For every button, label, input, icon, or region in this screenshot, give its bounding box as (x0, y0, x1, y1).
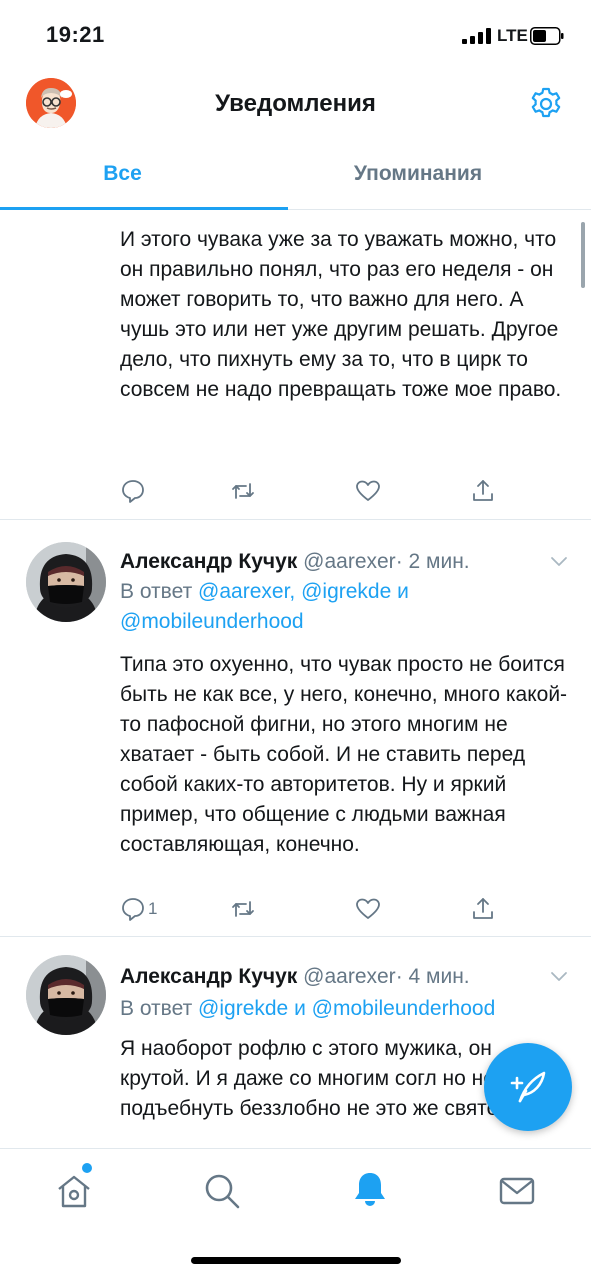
reply-prefix: В ответ (120, 580, 193, 603)
retweet-button[interactable] (230, 895, 256, 923)
tweet-time: 4 мин. (408, 965, 470, 988)
tweet-text: И этого чувака уже за то уважать можно, … (120, 228, 562, 401)
like-button[interactable] (355, 477, 381, 505)
mention-link[interactable]: @igrekde (198, 997, 288, 1020)
time-separator: · (395, 550, 403, 573)
tweet-actions (120, 477, 500, 505)
author-name[interactable]: Александр Кучук (120, 965, 297, 988)
tab-all[interactable]: Все (0, 138, 245, 210)
network-type: LTE (497, 26, 528, 45)
tweet-item[interactable]: И этого чувака уже за то уважать можно, … (0, 211, 591, 519)
signal-strength-icon (462, 28, 491, 44)
retweet-icon (232, 901, 254, 917)
author-handle[interactable]: @aarexer (303, 965, 396, 988)
feed-scrollbar[interactable] (581, 222, 585, 288)
like-icon (356, 480, 380, 501)
search-icon[interactable] (202, 1171, 242, 1211)
like-button[interactable] (355, 895, 381, 923)
page-title: Уведомления (215, 90, 376, 117)
author-handle[interactable]: @aarexer (303, 550, 396, 573)
share-button[interactable] (470, 895, 496, 923)
battery-icon (530, 27, 564, 45)
chevron-down-icon[interactable] (548, 965, 570, 987)
mention-link[interactable]: @mobileunderhood (120, 610, 304, 633)
reply-context: В ответ @aarexer, @igrekde и @mobileunde… (120, 577, 560, 637)
share-icon (473, 480, 493, 501)
tweet-actions: 1 (120, 895, 500, 923)
reply-prefix: В ответ (120, 997, 193, 1020)
user-avatar[interactable] (26, 955, 106, 1035)
tweet-author-line: Александр Кучук @aarexer· 4 мин. (120, 965, 470, 989)
reply-button[interactable]: 1 (120, 895, 157, 923)
compose-tweet-icon (510, 1071, 546, 1103)
reply-joiner: и (397, 580, 409, 603)
active-tab-indicator (0, 207, 288, 210)
tweet-item[interactable]: Александр Кучук @aarexer· 2 мин. В ответ… (0, 520, 591, 936)
compose-tweet-button[interactable] (484, 1043, 572, 1131)
home-notification-dot (82, 1163, 92, 1173)
share-icon (473, 898, 493, 919)
messages-envelope-icon[interactable] (497, 1171, 537, 1211)
reply-icon (122, 898, 144, 921)
time-separator: · (395, 965, 403, 988)
retweet-icon (232, 483, 254, 499)
user-avatar-photo (26, 542, 106, 622)
reply-button[interactable] (120, 477, 146, 505)
reply-joiner: и (294, 997, 306, 1020)
status-time: 19:21 (46, 22, 105, 47)
user-avatar-photo (26, 955, 106, 1035)
home-indicator (191, 1257, 401, 1264)
mention-link[interactable]: @igrekde (301, 580, 391, 603)
reply-count: 1 (148, 899, 158, 918)
mention-link[interactable]: @mobileunderhood (312, 997, 496, 1020)
author-name[interactable]: Александр Кучук (120, 550, 297, 573)
tweet-time: 2 мин. (408, 550, 470, 573)
reply-context: В ответ @igrekde и @mobileunderhood (120, 994, 580, 1024)
reply-icon (122, 480, 144, 503)
like-icon (356, 898, 380, 919)
tab-mentions[interactable]: Упоминания (245, 138, 591, 210)
notifications-bell-icon[interactable] (350, 1169, 390, 1209)
bottom-tab-bar (0, 1148, 591, 1280)
notifications-feed[interactable]: И этого чувака уже за то уважать можно, … (0, 211, 591, 1148)
tweet-author-line: Александр Кучук @aarexer· 2 мин. (120, 550, 470, 574)
header: Уведомления (0, 70, 591, 138)
home-icon[interactable] (54, 1171, 94, 1211)
chevron-down-icon[interactable] (548, 550, 570, 572)
mention-link[interactable]: @aarexer, (198, 580, 295, 603)
notification-tabs: Все Упоминания (0, 138, 591, 210)
settings-gear-icon[interactable] (528, 86, 564, 122)
retweet-button[interactable] (230, 477, 256, 505)
status-bar: 19:21 LTE (0, 0, 591, 70)
tweet-text: Типа это охуенно, что чувак просто не бо… (120, 653, 568, 856)
user-avatar[interactable] (26, 542, 106, 622)
share-button[interactable] (470, 477, 496, 505)
